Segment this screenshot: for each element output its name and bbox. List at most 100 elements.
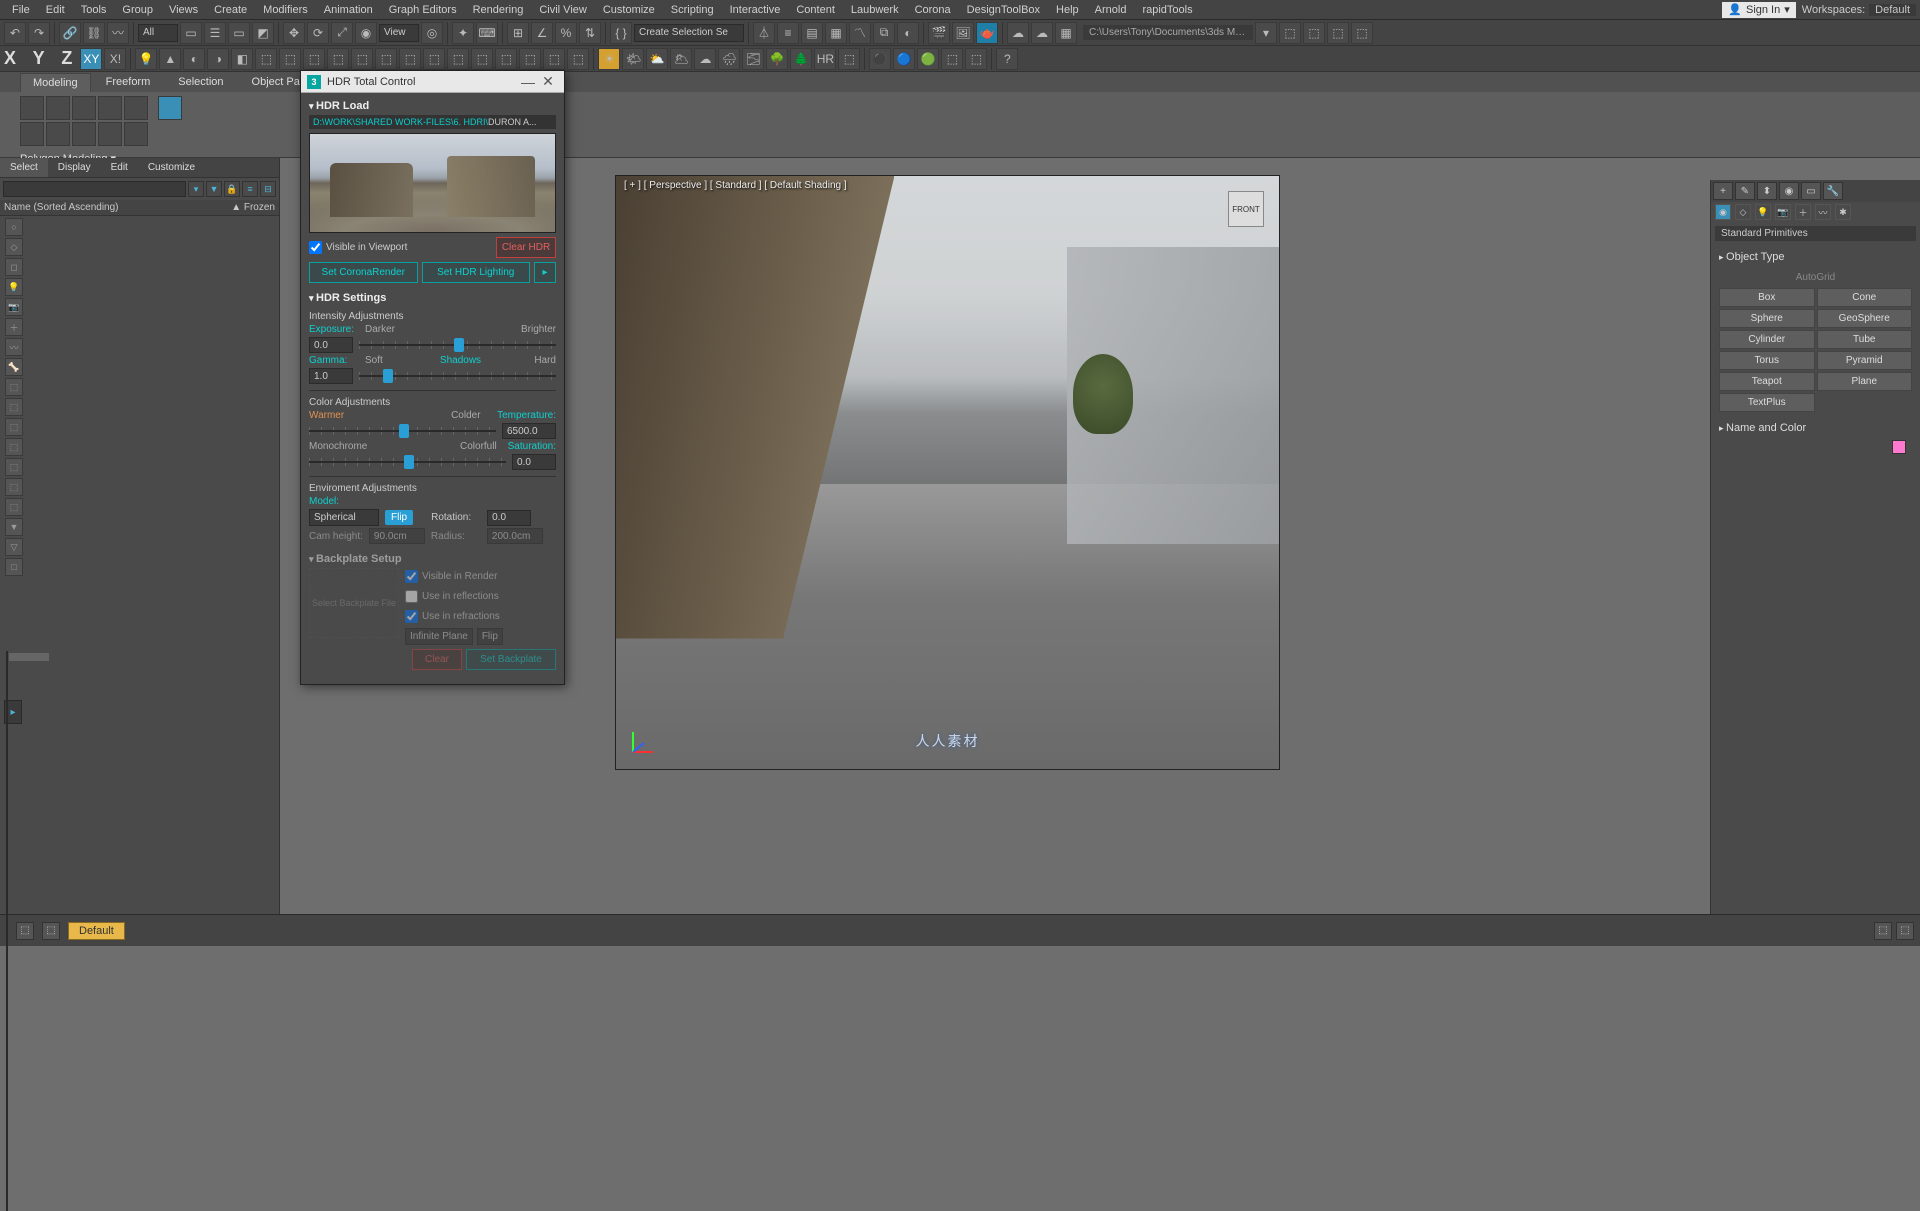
select-name-button[interactable]: ☰	[204, 22, 226, 44]
tool-icon-2[interactable]: ◐	[183, 48, 205, 70]
render-setup-button[interactable]: 🎬	[928, 22, 950, 44]
bp-flip-button[interactable]: Flip	[477, 628, 503, 645]
gamma-slider[interactable]	[359, 369, 556, 383]
tool-icon-1[interactable]: ▲	[159, 48, 181, 70]
menu-modifiers[interactable]: Modifiers	[255, 0, 316, 20]
menu-create[interactable]: Create	[206, 0, 255, 20]
menu-scripting[interactable]: Scripting	[663, 0, 722, 20]
status-icon[interactable]: ⬚	[16, 922, 34, 940]
menu-laubwerk[interactable]: Laubwerk	[843, 0, 907, 20]
filter-icon[interactable]: ▾	[188, 181, 204, 197]
set-hdr-lighting-button[interactable]: Set HDR Lighting	[422, 262, 531, 283]
selection-filter-combo[interactable]: All	[138, 24, 178, 42]
ribbon-btn[interactable]	[46, 96, 70, 120]
refcoord-combo[interactable]: View	[379, 24, 419, 42]
menu-rapid[interactable]: rapidTools	[1134, 0, 1200, 20]
named-sel-combo[interactable]: Create Selection Se	[634, 24, 744, 42]
menu-animation[interactable]: Animation	[316, 0, 381, 20]
create-sub-space[interactable]: 〰	[1815, 204, 1831, 220]
plugin-icon[interactable]: ⬚	[303, 48, 325, 70]
sphere-icon[interactable]: 🔵	[893, 48, 915, 70]
help-icon[interactable]: ?	[996, 48, 1018, 70]
weather-icon[interactable]: 🌤	[622, 48, 644, 70]
weather-icon[interactable]: ⛅	[646, 48, 668, 70]
light-icon[interactable]: 💡	[135, 48, 157, 70]
cmd-tab-utilities[interactable]: 🔧	[1823, 182, 1843, 200]
bp-reflect-check[interactable]	[405, 590, 418, 603]
menu-civil[interactable]: Civil View	[531, 0, 594, 20]
weather-icon[interactable]: 🌫	[742, 48, 764, 70]
icon-misc-1[interactable]: ⬚	[1279, 22, 1301, 44]
weather-icon[interactable]: 🌲	[790, 48, 812, 70]
open-a360-button[interactable]: ☁	[1007, 22, 1029, 44]
plugin-icon[interactable]: ⬚	[375, 48, 397, 70]
ribbon-tab-modeling[interactable]: Modeling	[20, 73, 91, 92]
toggle-ribbon-button[interactable]: ▦	[825, 22, 847, 44]
visible-viewport-checkbox[interactable]: Visible in Viewport	[309, 239, 407, 256]
plugin-icon[interactable]: ⬚	[327, 48, 349, 70]
se-tab-select[interactable]: Select	[0, 158, 48, 177]
window-crossing-button[interactable]: ◩	[252, 22, 274, 44]
edit-named-sel-button[interactable]: { }	[610, 22, 632, 44]
plugin-icon[interactable]: ⬚	[941, 48, 963, 70]
material-editor-button[interactable]: ◐	[897, 22, 919, 44]
sphere-icon[interactable]: 🟢	[917, 48, 939, 70]
select-button[interactable]: ▭	[180, 22, 202, 44]
camheight-spinner[interactable]: 90.0cm	[369, 528, 425, 544]
se-tab-display[interactable]: Display	[48, 158, 101, 177]
viewport-perspective[interactable]: [ + ] [ Perspective ] [ Standard ] [ Def…	[615, 175, 1280, 770]
bind-button[interactable]: 〰	[107, 22, 129, 44]
primitive-category-dropdown[interactable]: Standard Primitives	[1715, 226, 1916, 241]
render-frame-button[interactable]: 🖼	[952, 22, 974, 44]
primitive-sphere[interactable]: Sphere	[1719, 309, 1815, 328]
plugin-icon[interactable]: ⬚	[543, 48, 565, 70]
plugin-icon[interactable]: ⬚	[567, 48, 589, 70]
link-button[interactable]: 🔗	[59, 22, 81, 44]
align-button[interactable]: ≡	[777, 22, 799, 44]
menu-edit[interactable]: Edit	[38, 0, 73, 20]
backplate-dropzone[interactable]: Select Backplate File	[309, 568, 399, 638]
list-icon[interactable]: ≡	[242, 181, 258, 197]
plugin-icon[interactable]: ⬚	[423, 48, 445, 70]
weather-icon[interactable]: 🌥	[670, 48, 692, 70]
icon-misc-4[interactable]: ⬚	[1351, 22, 1373, 44]
flip-button[interactable]: Flip	[385, 510, 413, 525]
se-col-name[interactable]: Name (Sorted Ascending)	[4, 202, 231, 213]
redo-button[interactable]: ↷	[28, 22, 50, 44]
unlink-button[interactable]: ⛓	[83, 22, 105, 44]
clear-hdr-button[interactable]: Clear HDR	[496, 237, 556, 258]
axis-xy-button[interactable]: XY	[80, 48, 102, 70]
play-button[interactable]: ▸	[534, 262, 556, 283]
filter-icon[interactable]: ⬚	[5, 458, 23, 476]
menu-arnold[interactable]: Arnold	[1087, 0, 1135, 20]
menu-views[interactable]: Views	[161, 0, 206, 20]
create-sub-helpers[interactable]: ＋	[1795, 204, 1811, 220]
ribbon-btn[interactable]	[72, 96, 96, 120]
filter-icon[interactable]: ⬚	[5, 418, 23, 436]
object-color-swatch[interactable]	[1892, 440, 1906, 454]
plugin-icon[interactable]: ⬚	[279, 48, 301, 70]
temperature-slider[interactable]	[309, 424, 496, 438]
filter-helpers-icon[interactable]: ＋	[5, 318, 23, 336]
snap-toggle-button[interactable]: ⊞	[507, 22, 529, 44]
scene-search-input[interactable]	[3, 181, 186, 197]
create-sub-shapes[interactable]: ◇	[1735, 204, 1751, 220]
filter-icon[interactable]: ⬚	[5, 478, 23, 496]
hdr-titlebar[interactable]: 3 HDR Total Control — ✕	[301, 71, 564, 93]
pivot-button[interactable]: ◎	[421, 22, 443, 44]
menu-graph[interactable]: Graph Editors	[381, 0, 465, 20]
primitive-cylinder[interactable]: Cylinder	[1719, 330, 1815, 349]
menu-tools[interactable]: Tools	[73, 0, 115, 20]
menu-customize[interactable]: Customize	[595, 0, 663, 20]
move-button[interactable]: ✥	[283, 22, 305, 44]
bp-clear-button[interactable]: Clear	[412, 649, 462, 670]
bp-reflect-checkbox[interactable]: Use in reflections	[405, 588, 556, 605]
model-dropdown[interactable]: Spherical	[309, 509, 379, 526]
plugin-icon[interactable]: ⬚	[519, 48, 541, 70]
set-corona-render-button[interactable]: Set CoronaRender	[309, 262, 418, 283]
icon-misc-3[interactable]: ⬚	[1327, 22, 1349, 44]
menu-dtb[interactable]: DesignToolBox	[959, 0, 1048, 20]
filter-box-icon[interactable]: □	[5, 558, 23, 576]
status-icon[interactable]: ⬚	[42, 922, 60, 940]
se-tab-customize[interactable]: Customize	[138, 158, 205, 177]
